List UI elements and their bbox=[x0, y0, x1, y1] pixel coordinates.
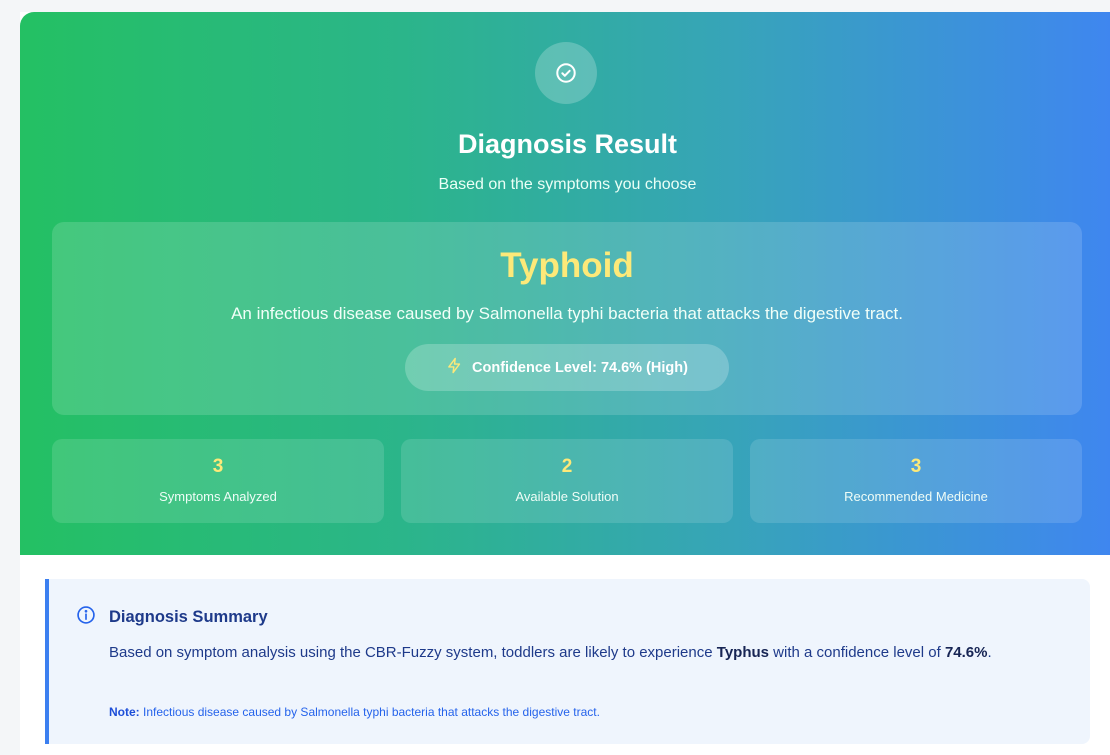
summary-confidence-highlight: 74.6% bbox=[944, 644, 988, 661]
diagnosis-summary: Diagnosis Summary Based on symptom analy… bbox=[45, 579, 1090, 744]
stat-symptoms-analyzed: 3 Symptoms Analyzed bbox=[52, 439, 384, 523]
stat-available-solution: 2 Available Solution bbox=[401, 439, 733, 523]
stat-value: 3 bbox=[910, 456, 922, 477]
confidence-text: Confidence Level: 74.6% (High) bbox=[472, 359, 688, 376]
stat-label: Available Solution bbox=[515, 489, 619, 504]
stat-value: 2 bbox=[561, 456, 573, 477]
stat-value: 3 bbox=[212, 456, 224, 477]
diagnosis-result-header: Diagnosis Result Based on the symptoms y… bbox=[20, 12, 1110, 555]
disease-name: Typhoid bbox=[500, 246, 634, 285]
summary-text-middle: with a confidence level of bbox=[769, 644, 945, 661]
diagnosis-card: Typhoid An infectious disease caused by … bbox=[52, 222, 1082, 415]
note-label: Note: bbox=[109, 705, 140, 719]
stat-label: Symptoms Analyzed bbox=[159, 489, 277, 504]
top-background bbox=[0, 0, 1110, 12]
page-title: Diagnosis Result bbox=[457, 129, 678, 159]
summary-note: Note: Infectious disease caused by Salmo… bbox=[109, 705, 600, 719]
diagnosis-page: Diagnosis Result Based on the symptoms y… bbox=[0, 0, 1110, 755]
summary-disease-highlight: Typhus bbox=[716, 644, 769, 661]
left-background bbox=[0, 0, 20, 755]
info-icon bbox=[76, 605, 96, 630]
summary-text-prefix: Based on symptom analysis using the CBR-… bbox=[109, 644, 717, 661]
check-circle-icon bbox=[535, 42, 597, 104]
summary-title: Diagnosis Summary bbox=[109, 608, 268, 626]
note-text: Infectious disease caused by Salmonella … bbox=[139, 705, 600, 719]
stat-recommended-medicine: 3 Recommended Medicine bbox=[750, 439, 1082, 523]
page-subtitle: Based on the symptoms you choose bbox=[438, 176, 697, 193]
lightning-icon bbox=[446, 357, 463, 378]
confidence-badge: Confidence Level: 74.6% (High) bbox=[405, 344, 729, 391]
stat-label: Recommended Medicine bbox=[844, 489, 988, 504]
summary-text: Based on symptom analysis using the CBR-… bbox=[109, 640, 1069, 665]
summary-text-suffix: . bbox=[987, 644, 992, 661]
disease-description: An infectious disease caused by Salmonel… bbox=[231, 304, 903, 323]
